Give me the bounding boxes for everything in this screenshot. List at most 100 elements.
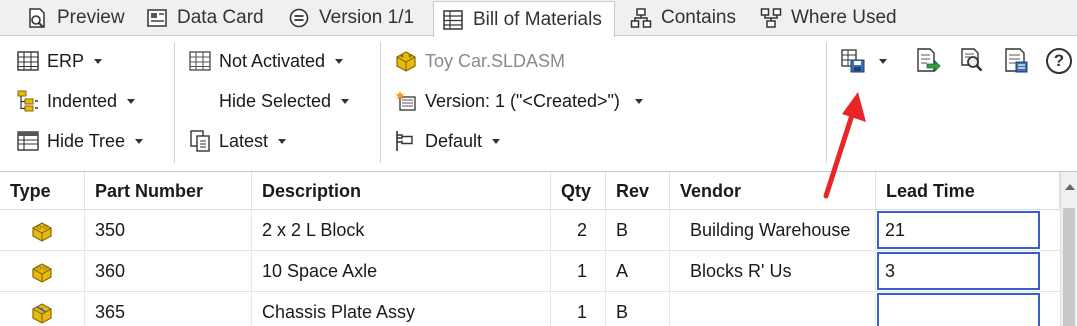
chevron-down-icon	[341, 98, 350, 104]
table-row[interactable]: 350 2 x 2 L Block 2 B Building Warehouse…	[0, 210, 1060, 251]
file-name: Toy Car.SLDASM	[394, 46, 565, 76]
latest-dropdown[interactable]: Latest	[188, 126, 287, 156]
where-used-icon	[760, 7, 782, 29]
column-header-type[interactable]: Type	[0, 172, 85, 210]
lead-time-input[interactable]: 3	[877, 252, 1040, 290]
properties-button[interactable]	[1002, 46, 1032, 76]
version-dropdown[interactable]: Version: 1 ("<Created>")	[394, 86, 643, 116]
description-cell: Chassis Plate Assy	[252, 292, 551, 326]
erp-label: ERP	[47, 50, 85, 71]
grid-header: Type Part Number Description Qty Rev Ven…	[0, 172, 1060, 210]
rev-cell: A	[606, 251, 670, 292]
tab-label: Contains	[661, 7, 736, 28]
tab-contains[interactable]: Contains	[622, 0, 752, 36]
rev-cell: B	[606, 210, 670, 251]
hide-selected-label: Hide Selected	[219, 90, 332, 111]
not-activated-label: Not Activated	[219, 50, 326, 71]
save-bom-dropdown[interactable]	[840, 46, 888, 76]
erp-dropdown[interactable]: ERP	[16, 46, 103, 76]
configuration-label: Default	[425, 130, 483, 151]
tab-preview[interactable]: Preview	[18, 0, 136, 36]
hide-selected-dropdown[interactable]: Hide Selected	[219, 86, 350, 116]
help-button[interactable]: ?	[1044, 46, 1074, 76]
chevron-down-icon	[335, 58, 344, 64]
bom-grid: Type Part Number Description Qty Rev Ven…	[0, 172, 1060, 326]
copy-icon	[188, 129, 212, 153]
not-activated-dropdown[interactable]: Not Activated	[188, 46, 344, 76]
column-header-lead-time[interactable]: Lead Time	[876, 172, 1060, 210]
assembly-icon	[394, 49, 418, 73]
indented-label: Indented	[47, 90, 118, 111]
chevron-down-icon	[94, 58, 103, 64]
chevron-down-icon	[135, 138, 144, 144]
help-symbol: ?	[1053, 51, 1065, 70]
version-label: Version: 1 ("<Created>")	[425, 90, 620, 111]
properties-icon	[1002, 48, 1030, 78]
tab-version[interactable]: Version 1/1	[280, 0, 432, 36]
preview-icon	[26, 7, 48, 29]
indented-dropdown[interactable]: Indented	[16, 86, 136, 116]
qty-cell: 2	[551, 210, 606, 251]
vertical-scrollbar[interactable]	[1060, 172, 1077, 326]
column-header-vendor[interactable]: Vendor	[670, 172, 876, 210]
toolbar-divider	[174, 42, 175, 163]
tab-label: Data Card	[177, 7, 264, 28]
tab-data-card[interactable]: Data Card	[138, 0, 278, 36]
configuration-icon	[394, 129, 418, 153]
toolbar-divider	[826, 42, 827, 163]
find-icon	[958, 48, 986, 78]
chevron-down-icon	[879, 59, 887, 64]
rev-cell: B	[606, 292, 670, 326]
tab-label: Where Used	[791, 7, 897, 28]
tab-label: Bill of Materials	[473, 8, 602, 30]
type-cell	[0, 251, 85, 292]
qty-cell: 1	[551, 251, 606, 292]
configuration-dropdown[interactable]: Default	[394, 126, 501, 156]
tab-label: Preview	[57, 7, 125, 28]
vendor-cell: Building Warehouse	[670, 210, 876, 251]
column-header-description[interactable]: Description	[252, 172, 551, 210]
hide-tree-dropdown[interactable]: Hide Tree	[16, 126, 144, 156]
column-header-qty[interactable]: Qty	[551, 172, 606, 210]
hide-tree-icon	[16, 129, 40, 153]
part-number-cell: 350	[85, 210, 252, 251]
file-name-label: Toy Car.SLDASM	[425, 50, 566, 71]
indented-tree-icon	[16, 89, 40, 113]
latest-label: Latest	[219, 130, 269, 151]
description-cell: 10 Space Axle	[252, 251, 551, 292]
hide-tree-label: Hide Tree	[47, 130, 126, 151]
bom-toolbar: ERP Indented Hide Tree Not Activated Hid…	[0, 36, 1077, 172]
vendor-cell: Blocks R' Us	[670, 251, 876, 292]
part-icon	[29, 219, 55, 243]
version-created-icon	[394, 89, 418, 113]
find-button[interactable]	[958, 46, 988, 76]
export-button[interactable]	[913, 46, 943, 76]
scrollbar-thumb[interactable]	[1063, 208, 1075, 326]
lead-time-input[interactable]	[877, 293, 1040, 326]
contains-icon	[630, 7, 652, 29]
tab-bill-of-materials[interactable]: Bill of Materials	[433, 1, 615, 37]
tab-bar: Preview Data Card Version 1/1 Bill of Ma…	[0, 0, 1077, 37]
bill-of-materials-icon	[442, 9, 464, 31]
table-row[interactable]: 360 10 Space Axle 1 A Blocks R' Us 3	[0, 251, 1060, 292]
chevron-down-icon	[278, 138, 287, 144]
lead-time-input[interactable]: 21	[877, 211, 1040, 249]
assembly-icon	[29, 301, 55, 325]
type-cell	[0, 210, 85, 251]
part-icon	[29, 260, 55, 284]
tab-label: Version 1/1	[319, 7, 415, 28]
table-row[interactable]: 365 Chassis Plate Assy 1 B	[0, 292, 1060, 326]
export-icon	[913, 48, 941, 78]
tab-where-used[interactable]: Where Used	[752, 0, 912, 36]
part-number-cell: 365	[85, 292, 252, 326]
help-icon: ?	[1046, 48, 1072, 74]
column-header-rev[interactable]: Rev	[606, 172, 670, 210]
scroll-up-icon[interactable]	[1065, 184, 1075, 190]
description-cell: 2 x 2 L Block	[252, 210, 551, 251]
vendor-cell	[670, 292, 876, 326]
chevron-down-icon	[492, 138, 501, 144]
table-icon	[16, 49, 40, 73]
qty-cell: 1	[551, 292, 606, 326]
column-header-part-number[interactable]: Part Number	[85, 172, 252, 210]
version-icon	[288, 7, 310, 29]
